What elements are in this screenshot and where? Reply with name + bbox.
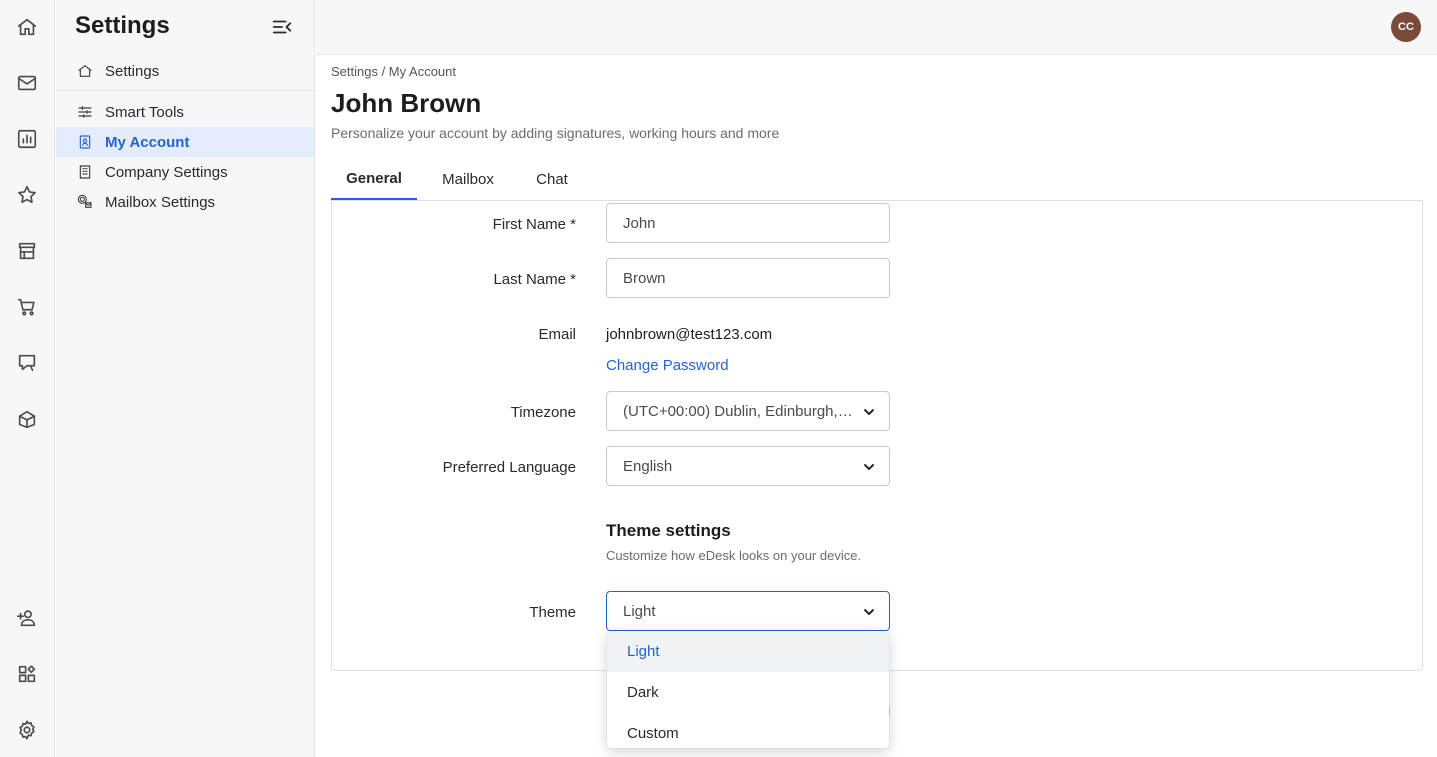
nav-item-smart-tools[interactable]: Smart Tools (56, 97, 314, 127)
apps-icon[interactable] (14, 661, 40, 687)
nav-item-label: Company Settings (105, 163, 228, 181)
language-value: English (623, 457, 673, 475)
chevron-down-icon (863, 405, 875, 417)
star-icon[interactable] (14, 182, 40, 208)
knowledge-icon[interactable] (14, 406, 40, 432)
theme-select[interactable]: Light (606, 591, 890, 631)
settings-panel: Settings Settings Smart Tools My Account… (56, 0, 315, 757)
last-name-label: Last Name * (493, 271, 576, 288)
gear-icon[interactable] (14, 717, 40, 743)
cart-icon[interactable] (14, 294, 40, 320)
theme-value: Light (623, 602, 656, 620)
panel-title: Settings (75, 12, 170, 39)
theme-settings-title: Theme settings (606, 521, 731, 540)
theme-label: Theme (529, 604, 576, 621)
theme-dropdown-menu: Light Dark Custom (607, 631, 889, 748)
page-subtitle: Personalize your account by adding signa… (331, 125, 780, 141)
nav-item-company-settings[interactable]: Company Settings (56, 157, 314, 187)
building-icon (77, 164, 93, 180)
top-header: CC (316, 0, 1437, 55)
first-name-field[interactable]: John (606, 203, 890, 243)
home-icon[interactable] (14, 14, 40, 40)
nav-item-label: My Account (105, 133, 190, 151)
tab-mailbox[interactable]: Mailbox (427, 158, 509, 201)
store-icon[interactable] (14, 238, 40, 264)
collapse-panel-button[interactable] (271, 16, 293, 38)
nav-item-label: Settings (105, 62, 160, 80)
last-name-field[interactable]: Brown (606, 258, 890, 298)
tab-general[interactable]: General (331, 158, 417, 201)
add-user-icon[interactable] (14, 605, 40, 631)
nav-item-mailbox-settings[interactable]: Mailbox Settings (56, 187, 314, 217)
mail-icon[interactable] (14, 70, 40, 96)
home-icon (77, 63, 93, 79)
nav-item-my-account[interactable]: My Account (56, 127, 314, 157)
first-name-label: First Name * (492, 216, 576, 233)
sliders-icon (77, 104, 93, 120)
nav-item-label: Smart Tools (105, 103, 184, 121)
page-title: John Brown (331, 88, 482, 118)
mailbox-gear-icon (77, 194, 93, 210)
nav-divider (56, 90, 314, 91)
chevron-down-icon (863, 460, 875, 472)
timezone-value: (UTC+00:00) Dublin, Edinburgh, Lisbon, L… (623, 402, 853, 420)
theme-option-dark[interactable]: Dark (607, 672, 889, 713)
user-avatar[interactable]: CC (1391, 12, 1421, 42)
account-icon (77, 134, 93, 150)
email-label: Email (538, 326, 576, 343)
theme-option-light[interactable]: Light (607, 631, 889, 672)
icon-rail (0, 0, 55, 757)
email-value: johnbrown@test123.com (606, 326, 773, 343)
timezone-label: Timezone (510, 404, 576, 421)
tab-chat[interactable]: Chat (519, 158, 585, 201)
feedback-icon[interactable] (14, 350, 40, 376)
theme-settings-subtitle: Customize how eDesk looks on your device… (606, 548, 862, 563)
nav-item-settings-home[interactable]: Settings (56, 56, 314, 86)
language-label: Preferred Language (442, 459, 576, 476)
reports-icon[interactable] (14, 126, 40, 152)
timezone-select[interactable]: (UTC+00:00) Dublin, Edinburgh, Lisbon, L… (606, 391, 890, 431)
language-select[interactable]: English (606, 446, 890, 486)
chevron-down-icon (863, 605, 875, 617)
nav-item-label: Mailbox Settings (105, 193, 216, 211)
theme-option-custom[interactable]: Custom (607, 713, 889, 748)
change-password-link[interactable]: Change Password (606, 357, 729, 374)
breadcrumb: Settings / My Account (331, 64, 457, 79)
